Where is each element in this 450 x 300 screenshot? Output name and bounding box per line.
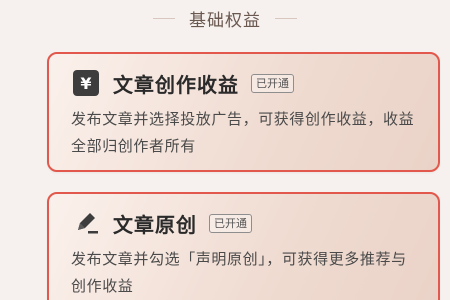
- card-description: 发布文章并勾选「声明原创」，可获得更多推荐与创作收益: [71, 250, 407, 295]
- benefit-card-article-revenue[interactable]: ¥ 文章创作收益 已开通 发布文章并选择投放广告，可获得创作收益，收益全部归创作…: [47, 52, 440, 172]
- section-header: 基础权益: [0, 4, 450, 32]
- pen-icon: [71, 208, 101, 238]
- status-badge: 已开通: [251, 73, 294, 93]
- status-badge: 已开通: [209, 213, 252, 233]
- benefits-page: 基础权益 ¥ 文章创作收益 已开通 发布文章并选择投放广告，可获得创作收益，收益…: [0, 0, 450, 300]
- yen-symbol: ¥: [73, 70, 99, 96]
- card-header: 文章原创 已开通: [71, 208, 252, 238]
- card-title: 文章创作收益: [113, 72, 239, 97]
- section-title: 基础权益: [189, 10, 261, 31]
- yen-icon: ¥: [71, 68, 101, 98]
- benefit-card-article-original[interactable]: 文章原创 已开通 发布文章并勾选「声明原创」，可获得更多推荐与创作收益: [47, 192, 440, 300]
- card-title: 文章原创: [113, 212, 197, 237]
- card-description: 发布文章并选择投放广告，可获得创作收益，收益全部归创作者所有: [71, 110, 415, 155]
- divider-right: [275, 17, 297, 19]
- divider-left: [153, 17, 175, 19]
- card-header: ¥ 文章创作收益 已开通: [71, 68, 294, 98]
